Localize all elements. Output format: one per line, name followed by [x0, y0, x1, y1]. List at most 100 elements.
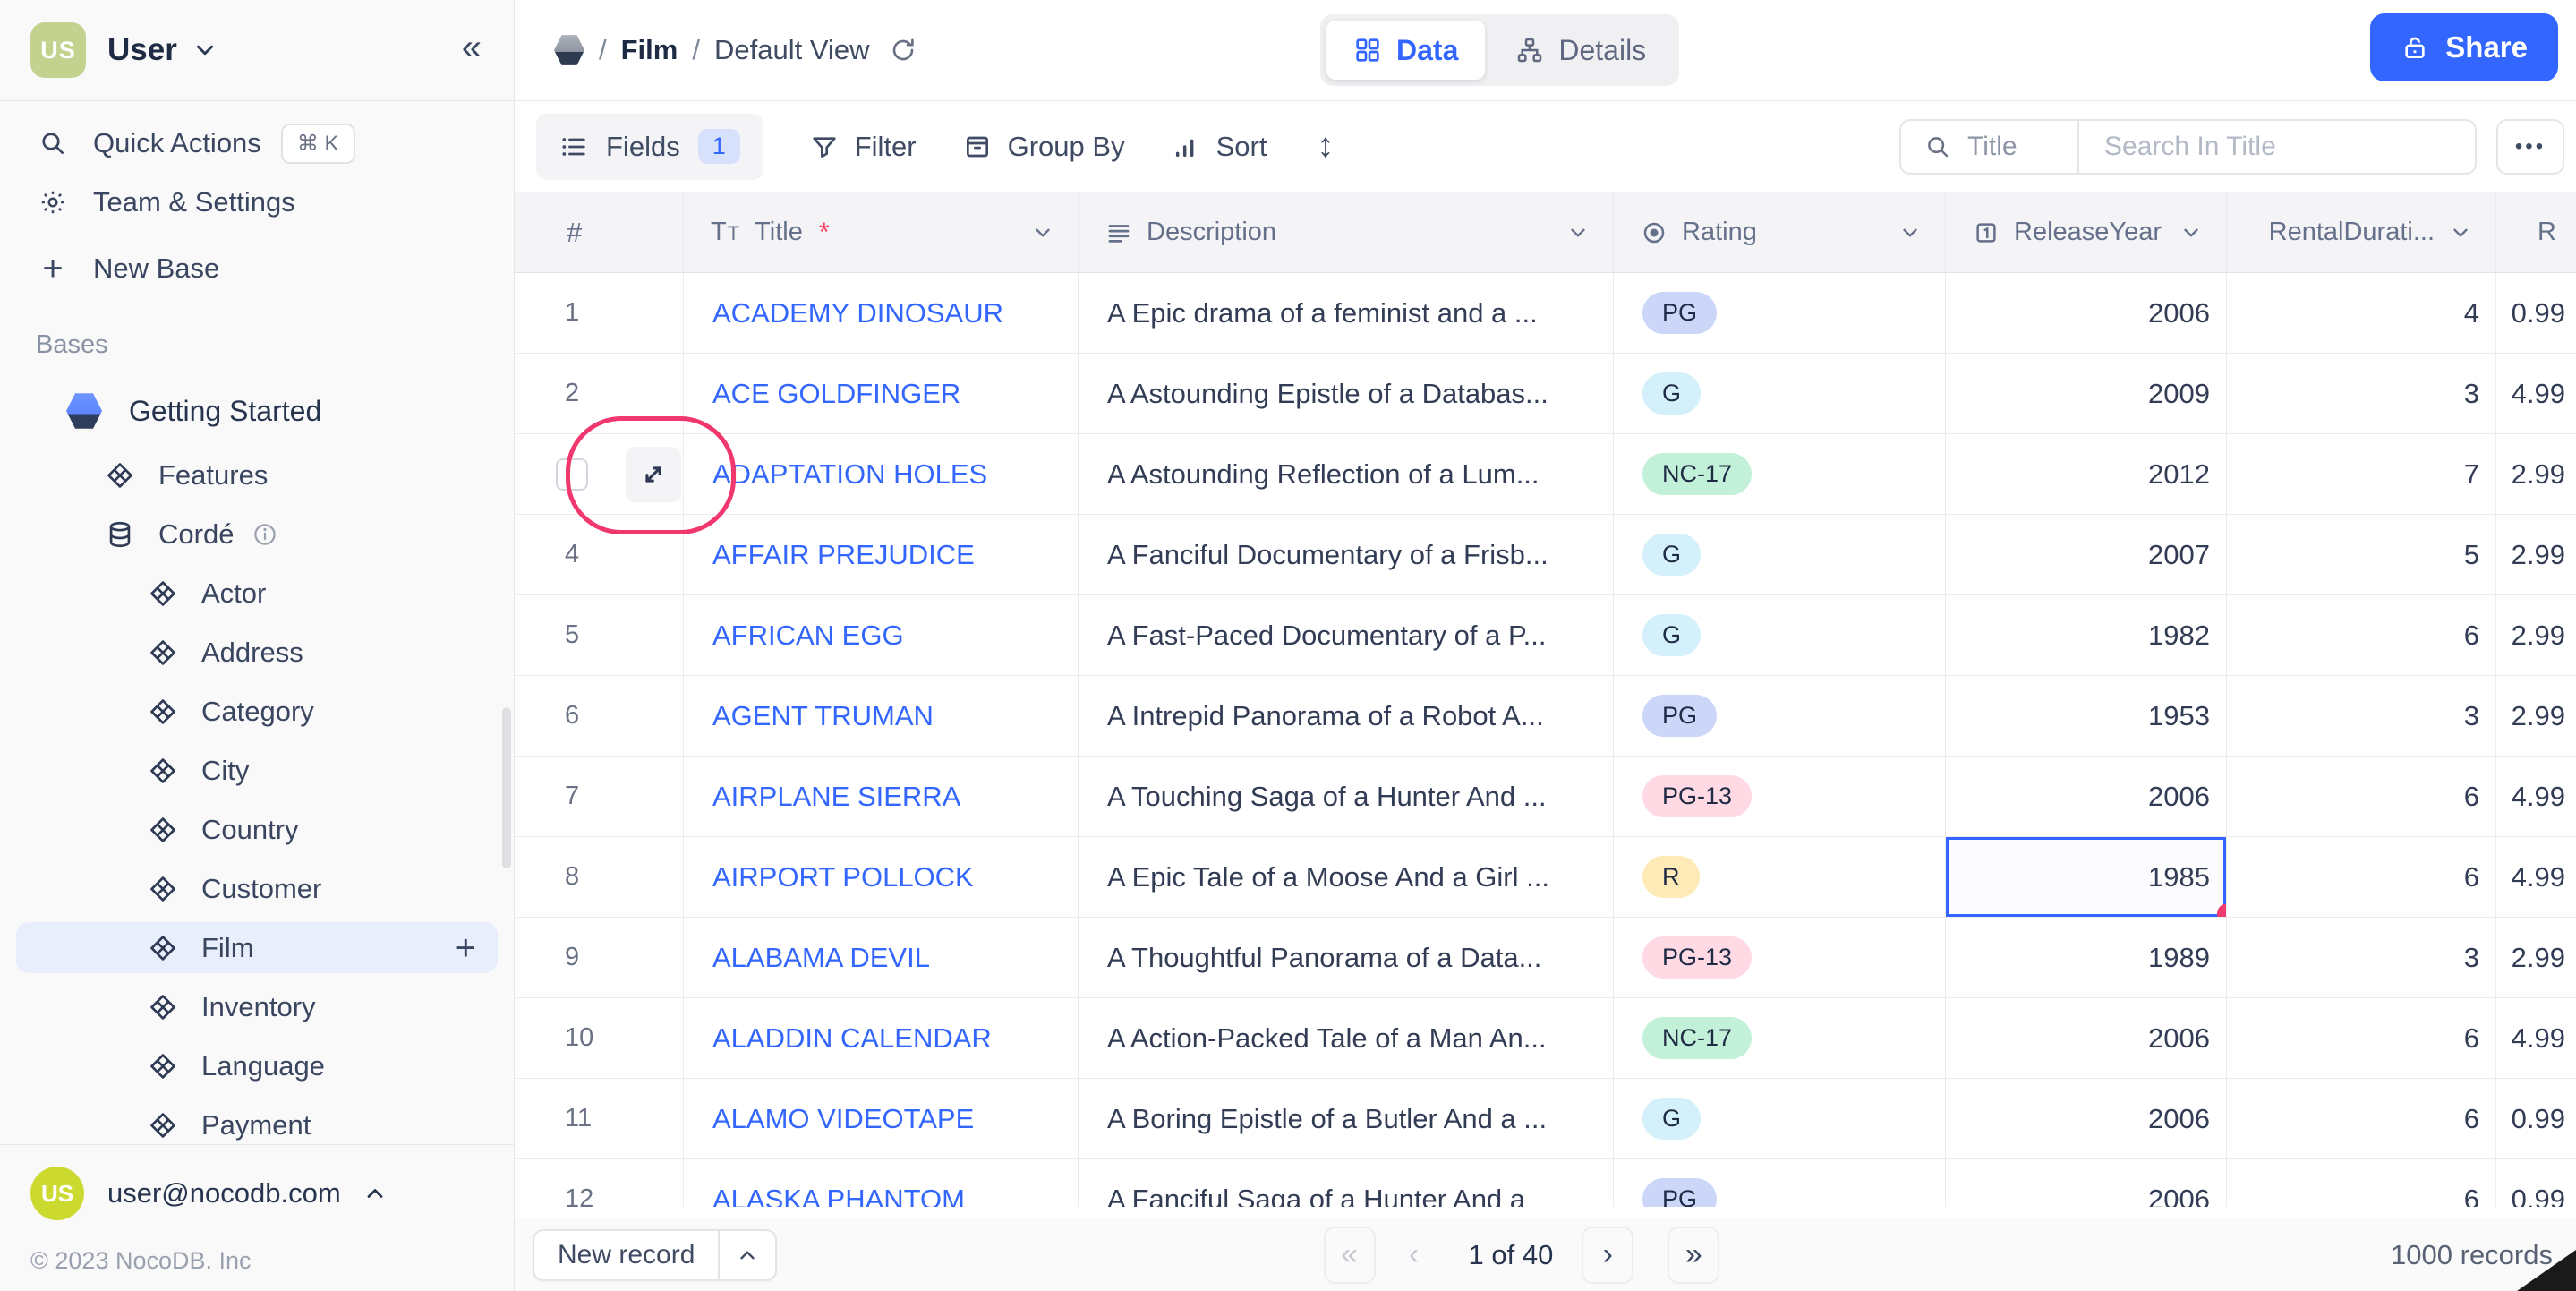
title-cell[interactable]: AIRPORT POLLOCK	[684, 837, 1079, 917]
row-number-cell[interactable]: 10	[515, 998, 684, 1078]
sidebar-item-category[interactable]: Category	[16, 686, 498, 737]
tab-details[interactable]: Details	[1488, 21, 1673, 80]
title-cell[interactable]: AFRICAN EGG	[684, 595, 1079, 675]
row-number-cell[interactable]: 12	[515, 1159, 684, 1207]
rating-cell[interactable]: PG	[1614, 676, 1946, 756]
new-record-button[interactable]: New record	[533, 1229, 777, 1281]
sidebar-item-cord-[interactable]: Cordé	[16, 509, 498, 560]
rentalrate-cell[interactable]: 4.99	[2496, 354, 2576, 433]
releaseyear-cell[interactable]: 2012	[1946, 434, 2227, 514]
row-number-cell[interactable]: 1	[515, 273, 684, 353]
rentalrate-cell[interactable]: 0.99	[2496, 273, 2576, 353]
table-row[interactable]: 11 ALAMO VIDEOTAPE A Boring Epistle of a…	[515, 1079, 2576, 1159]
chevron-down-icon[interactable]	[2179, 221, 2203, 244]
description-cell[interactable]: A Epic drama of a feminist and a ...	[1079, 273, 1614, 353]
first-page-button[interactable]: «	[1324, 1227, 1376, 1284]
description-cell[interactable]: A Thoughtful Panorama of a Data...	[1079, 918, 1614, 997]
group-by-button[interactable]: Group By	[963, 131, 1125, 163]
releaseyear-cell[interactable]: 2007	[1946, 515, 2227, 594]
chevron-down-icon[interactable]	[2449, 221, 2472, 244]
more-options-button[interactable]: •••	[2496, 119, 2564, 175]
title-cell[interactable]: ALASKA PHANTOM	[684, 1159, 1079, 1207]
record-link[interactable]: AGENT TRUMAN	[712, 700, 934, 732]
releaseyear-cell[interactable]: 1989	[1946, 918, 2227, 997]
sidebar-item-city[interactable]: City	[16, 745, 498, 796]
breadcrumb-table[interactable]: Film	[621, 34, 678, 66]
sidebar-item-payment[interactable]: Payment	[16, 1099, 498, 1150]
chevron-up-icon[interactable]	[718, 1231, 775, 1279]
sidebar-item-film[interactable]: Film +	[16, 922, 498, 973]
rating-cell[interactable]: PG-13	[1614, 918, 1946, 997]
releaseyear-cell[interactable]: 2006	[1946, 1159, 2227, 1207]
description-cell[interactable]: A Fast-Paced Documentary of a P...	[1079, 595, 1614, 675]
rentalduration-cell[interactable]: 3	[2227, 676, 2496, 756]
sidebar-item-features[interactable]: Features	[16, 449, 498, 500]
rentalrate-cell[interactable]: 2.99	[2496, 918, 2576, 997]
new-base-item[interactable]: + New Base	[0, 243, 514, 295]
description-cell[interactable]: A Fanciful Documentary of a Frisb...	[1079, 515, 1614, 594]
rating-cell[interactable]: NC-17	[1614, 434, 1946, 514]
record-link[interactable]: ACE GOLDFINGER	[712, 378, 960, 410]
quick-actions-item[interactable]: Quick Actions ⌘ K	[0, 117, 514, 169]
record-link[interactable]: ALADDIN CALENDAR	[712, 1022, 992, 1055]
sidebar-item-customer[interactable]: Customer	[16, 863, 498, 914]
table-row[interactable]: 12 ALASKA PHANTOM A Fanciful Saga of a H…	[515, 1159, 2576, 1207]
chevron-down-icon[interactable]	[1031, 221, 1054, 244]
record-link[interactable]: AIRPLANE SIERRA	[712, 781, 960, 813]
description-cell[interactable]: A Epic Tale of a Moose And a Girl ...	[1079, 837, 1614, 917]
row-number-cell[interactable]: 3	[515, 434, 684, 514]
table-row[interactable]: 10 ALADDIN CALENDAR A Action-Packed Tale…	[515, 998, 2576, 1079]
row-number-cell[interactable]: 6	[515, 676, 684, 756]
row-checkbox[interactable]	[556, 458, 588, 491]
rentalrate-cell[interactable]: 4.99	[2496, 757, 2576, 836]
column-header-description[interactable]: Description	[1079, 192, 1614, 272]
column-header-rentalduration[interactable]: RentalDurati...	[2227, 192, 2496, 272]
row-number-cell[interactable]: 5	[515, 595, 684, 675]
rating-cell[interactable]: PG-13	[1614, 757, 1946, 836]
record-link[interactable]: ALABAMA DEVIL	[712, 942, 930, 974]
table-row[interactable]: 4 AFFAIR PREJUDICE A Fanciful Documentar…	[515, 515, 2576, 595]
table-row[interactable]: 3 ADAPTATION HOLES A Astounding Reflecti…	[515, 434, 2576, 515]
table-row[interactable]: 2 ACE GOLDFINGER A Astounding Epistle of…	[515, 354, 2576, 434]
rentalduration-cell[interactable]: 3	[2227, 354, 2496, 433]
table-row[interactable]: 7 AIRPLANE SIERRA A Touching Saga of a H…	[515, 757, 2576, 837]
releaseyear-cell[interactable]: 2006	[1946, 1079, 2227, 1158]
releaseyear-cell[interactable]: 2006	[1946, 757, 2227, 836]
column-header-rating[interactable]: Rating	[1614, 192, 1946, 272]
sidebar-item-inventory[interactable]: Inventory	[16, 981, 498, 1032]
rating-cell[interactable]: PG	[1614, 1159, 1946, 1207]
filter-button[interactable]: Filter	[810, 131, 917, 163]
rentalduration-cell[interactable]: 5	[2227, 515, 2496, 594]
sidebar-item-country[interactable]: Country	[16, 804, 498, 855]
expand-record-button[interactable]	[626, 447, 681, 502]
title-cell[interactable]: AIRPLANE SIERRA	[684, 757, 1079, 836]
search-field-selector[interactable]: Title	[1901, 121, 2079, 173]
releaseyear-cell[interactable]: 2006	[1946, 998, 2227, 1078]
info-icon[interactable]	[252, 521, 278, 548]
rating-cell[interactable]: G	[1614, 1079, 1946, 1158]
rentalrate-cell[interactable]: 4.99	[2496, 998, 2576, 1078]
column-header-rentalrate[interactable]: R	[2496, 192, 2576, 272]
description-cell[interactable]: A Action-Packed Tale of a Man An...	[1079, 998, 1614, 1078]
rentalduration-cell[interactable]: 7	[2227, 434, 2496, 514]
row-number-cell[interactable]: 9	[515, 918, 684, 997]
releaseyear-cell[interactable]: 1982	[1946, 595, 2227, 675]
refresh-icon[interactable]	[889, 36, 917, 64]
releaseyear-cell[interactable]: 1953	[1946, 676, 2227, 756]
rentalrate-cell[interactable]: 2.99	[2496, 676, 2576, 756]
releaseyear-cell[interactable]: 1985	[1946, 837, 2227, 917]
rating-cell[interactable]: R	[1614, 837, 1946, 917]
workspace-switcher[interactable]: US User «	[0, 0, 514, 101]
rentalduration-cell[interactable]: 6	[2227, 595, 2496, 675]
title-cell[interactable]: AGENT TRUMAN	[684, 676, 1079, 756]
title-cell[interactable]: ALADDIN CALENDAR	[684, 998, 1079, 1078]
chevron-down-icon[interactable]	[1898, 221, 1922, 244]
releaseyear-cell[interactable]: 2006	[1946, 273, 2227, 353]
table-row[interactable]: 8 AIRPORT POLLOCK A Epic Tale of a Moose…	[515, 837, 2576, 918]
sidebar-scrollbar[interactable]	[502, 707, 511, 868]
rentalduration-cell[interactable]: 6	[2227, 998, 2496, 1078]
title-cell[interactable]: ACADEMY DINOSAUR	[684, 273, 1079, 353]
last-page-button[interactable]: »	[1668, 1227, 1719, 1284]
row-number-cell[interactable]: 4	[515, 515, 684, 594]
record-link[interactable]: ALAMO VIDEOTAPE	[712, 1103, 974, 1135]
